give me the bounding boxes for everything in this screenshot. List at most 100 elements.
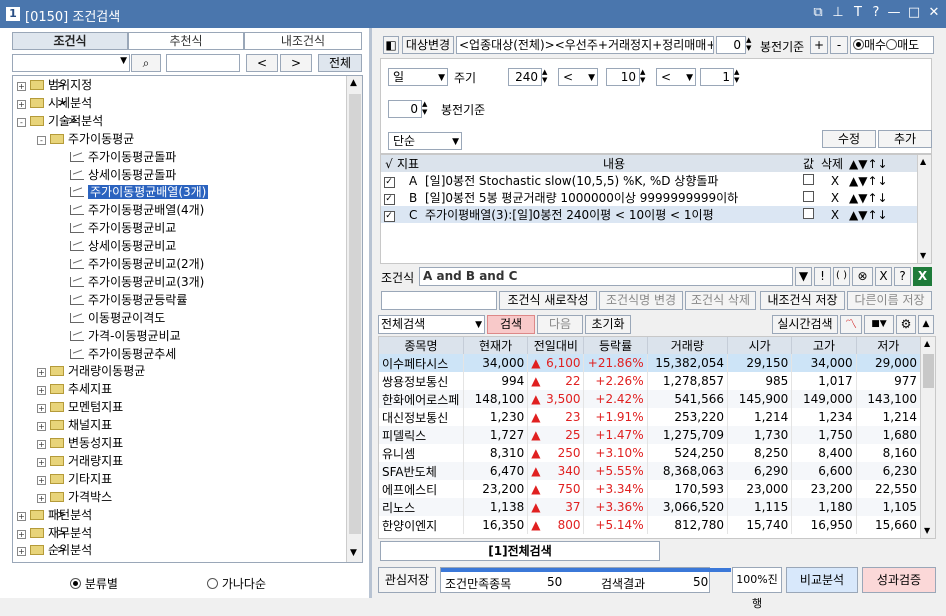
tree-item[interactable]: 주가이동평균비교(3개) xyxy=(57,273,204,291)
scroll-up-icon[interactable]: ▲ xyxy=(924,339,930,348)
sell-radio[interactable] xyxy=(886,39,898,50)
tree-item[interactable]: 상세이동평균돌파 xyxy=(57,166,176,184)
excel-icon[interactable]: X xyxy=(913,267,932,286)
collapse-icon[interactable]: - xyxy=(17,117,26,127)
tree-item[interactable]: 주가이동평균배열(3개) xyxy=(57,183,209,201)
result-row[interactable]: 유니셈 8,310 ▲ 250 +3.10% 524,250 8,250 8,400 8,160 xyxy=(379,444,922,462)
expand-icon[interactable]: + xyxy=(37,475,46,485)
result-row[interactable]: 한양이엔지 16,350 ▲ 800 +5.14% 812,780 15,740 16,950… xyxy=(379,516,922,534)
ma3-input[interactable]: 1 xyxy=(700,68,734,86)
result-tab[interactable]: [1]전체검색 xyxy=(380,541,660,561)
help-icon[interactable]: ? xyxy=(868,5,884,20)
reset-button[interactable]: 초기화 xyxy=(585,315,631,334)
condition-name-input[interactable] xyxy=(381,291,497,310)
move-icons[interactable]: ▲▼↑↓ xyxy=(849,172,917,189)
check-icon[interactable]: ✓ xyxy=(383,177,395,188)
result-row[interactable]: 에프에스티 23,200 ▲ 750 +3.34% 170,593 23,000 23,200… xyxy=(379,480,922,498)
search-button[interactable]: ⌕ xyxy=(131,54,161,72)
bong-value[interactable]: 0 xyxy=(716,36,746,54)
delete-button[interactable]: X xyxy=(821,172,849,189)
scroll-thumb[interactable] xyxy=(923,354,934,388)
collapse-icon[interactable]: ▲ xyxy=(918,315,934,334)
prev-button[interactable]: < xyxy=(246,54,278,72)
hdr-rate[interactable]: 등락률 xyxy=(583,337,648,354)
search-input[interactable] xyxy=(166,54,240,72)
clear-button[interactable]: X xyxy=(875,267,892,286)
result-row[interactable]: 한화에어로스페 148,100 ▲ 3,500 +2.42% 541,566 145,900… xyxy=(379,390,922,408)
result-row[interactable]: 리노스 1,138 ▲ 37 +3.36% 3,066,520 1,115 1,180 1,10… xyxy=(379,498,922,516)
verify-button[interactable]: 성과검증 xyxy=(862,567,936,593)
scroll-down-icon[interactable]: ▼ xyxy=(350,548,357,558)
close-icon[interactable]: ✕ xyxy=(926,5,942,20)
tree-item[interactable]: 주가이동평균추세 xyxy=(57,345,176,363)
check-icon[interactable]: ✓ xyxy=(383,211,395,222)
minus-button[interactable]: - xyxy=(830,36,848,54)
tree-scrollbar[interactable]: ▲ ▼ xyxy=(346,76,362,562)
realtime-search-button[interactable]: 실시간검색 xyxy=(772,315,838,334)
tree-folder[interactable]: - 주가이동평균 xyxy=(37,130,134,148)
bong-input[interactable]: 0 xyxy=(388,100,422,118)
result-row[interactable]: 이수페타시스 34,000 ▲ 6,100 +21.86% 15,382,054 29,15… xyxy=(379,354,922,372)
expand-icon[interactable]: + xyxy=(37,457,46,467)
tree-folder[interactable]: + 거래량이동평균 xyxy=(37,362,145,380)
result-row[interactable]: SFA반도체 6,470 ▲ 340 +5.55% 8,368,063 6,290 6,600… xyxy=(379,462,922,480)
tree-item[interactable]: 상세이동평균비교 xyxy=(57,237,176,255)
tree-folder[interactable]: + 시세분석 > xyxy=(17,94,92,112)
spin-icon[interactable]: ▲ ▼ xyxy=(542,68,547,84)
minimize-icon[interactable]: — xyxy=(886,5,902,20)
settings-icon[interactable]: ⚙ xyxy=(896,315,916,334)
delete-button[interactable]: X xyxy=(821,189,849,206)
rename-button[interactable]: 조건식명 변경 xyxy=(599,291,683,310)
result-row[interactable]: 대신정보통신 1,230 ▲ 23 +1.91% 253,220 1,214 1,234 1,2… xyxy=(379,408,922,426)
results-scrollbar[interactable]: ▲ ▼ xyxy=(920,337,935,538)
tree-item[interactable]: 주가이동평균비교 xyxy=(57,219,176,237)
collapse-icon[interactable]: - xyxy=(37,135,46,145)
tree-folder[interactable]: + 가격박스 xyxy=(37,488,112,506)
tree-folder[interactable]: + 변동성지표 xyxy=(37,434,123,452)
buy-radio[interactable] xyxy=(853,39,864,50)
tree-item[interactable]: 주가이동평균배열(4개) xyxy=(57,201,204,219)
expand-icon[interactable]: + xyxy=(37,404,46,414)
pin-icon[interactable]: ⊥ xyxy=(830,5,846,20)
tab-my-condition[interactable]: 내조건식 xyxy=(244,32,362,50)
condition-scrollbar[interactable]: ▲ ▼ xyxy=(917,155,931,263)
op2-select[interactable]: < ▼ xyxy=(656,68,696,86)
spin-icon[interactable]: ▲ ▼ xyxy=(422,100,427,116)
scroll-thumb[interactable] xyxy=(349,94,361,534)
hdr-volume[interactable]: 거래량 xyxy=(647,337,729,354)
radio-alpha[interactable]: 가나다순 xyxy=(207,575,266,592)
result-row[interactable]: 피델릭스 1,727 ▲ 25 +1.47% 1,275,709 1,730 1,750 1,6… xyxy=(379,426,922,444)
list-dropdown-icon[interactable]: ■▼ xyxy=(864,315,894,334)
watch-save-button[interactable]: 관심저장 xyxy=(378,567,436,593)
font-icon[interactable]: T xyxy=(850,5,866,20)
toggle-panel-icon[interactable]: ◧ xyxy=(383,36,399,54)
add-button[interactable]: 추가 xyxy=(878,130,932,148)
tree-folder[interactable]: + 재무분석 > xyxy=(17,524,92,542)
expand-icon[interactable]: + xyxy=(37,493,46,503)
expand-icon[interactable]: + xyxy=(37,440,46,449)
tree-folder[interactable]: + 추세지표 xyxy=(37,380,112,398)
ma1-input[interactable]: 240 xyxy=(508,68,542,86)
my-condition-save-button[interactable]: 내조건식 저장 xyxy=(760,291,845,310)
expand-icon[interactable]: + xyxy=(37,422,46,432)
plus-button[interactable]: + xyxy=(810,36,828,54)
tree-item[interactable]: 주가이동평균돌파 xyxy=(57,148,176,166)
tree-folder[interactable]: + 범위지정 > xyxy=(17,76,92,94)
all-button[interactable]: 전체 xyxy=(318,54,362,72)
edit-button[interactable]: 수정 xyxy=(822,130,876,148)
hdr-high[interactable]: 고가 xyxy=(791,337,857,354)
category-combo[interactable]: ▼ xyxy=(12,54,130,72)
mode-select[interactable]: 단순 ▼ xyxy=(388,132,462,150)
hdr-name[interactable]: 종목명 xyxy=(379,337,464,354)
tree-folder[interactable]: + 패턴분석 > xyxy=(17,506,92,524)
scroll-up-icon[interactable]: ▲ xyxy=(350,78,357,88)
restore-icon[interactable]: ⧉ xyxy=(810,5,826,20)
radio-category[interactable]: 분류별 xyxy=(70,575,118,592)
condition-row[interactable]: ✓ C 주가이평배열(3):[일]0봉전 240이평 < 10이평 < 1이평 … xyxy=(381,206,917,223)
new-condition-button[interactable]: 조건식 새로작성 xyxy=(499,291,597,310)
tree-item[interactable]: 주가이동평균비교(2개) xyxy=(57,255,204,273)
expand-icon[interactable]: + xyxy=(37,386,46,396)
tree-folder[interactable]: + 순위분석 > xyxy=(17,541,92,559)
search-run-button[interactable]: 검색 xyxy=(487,315,535,334)
value-checkbox[interactable] xyxy=(803,207,814,219)
